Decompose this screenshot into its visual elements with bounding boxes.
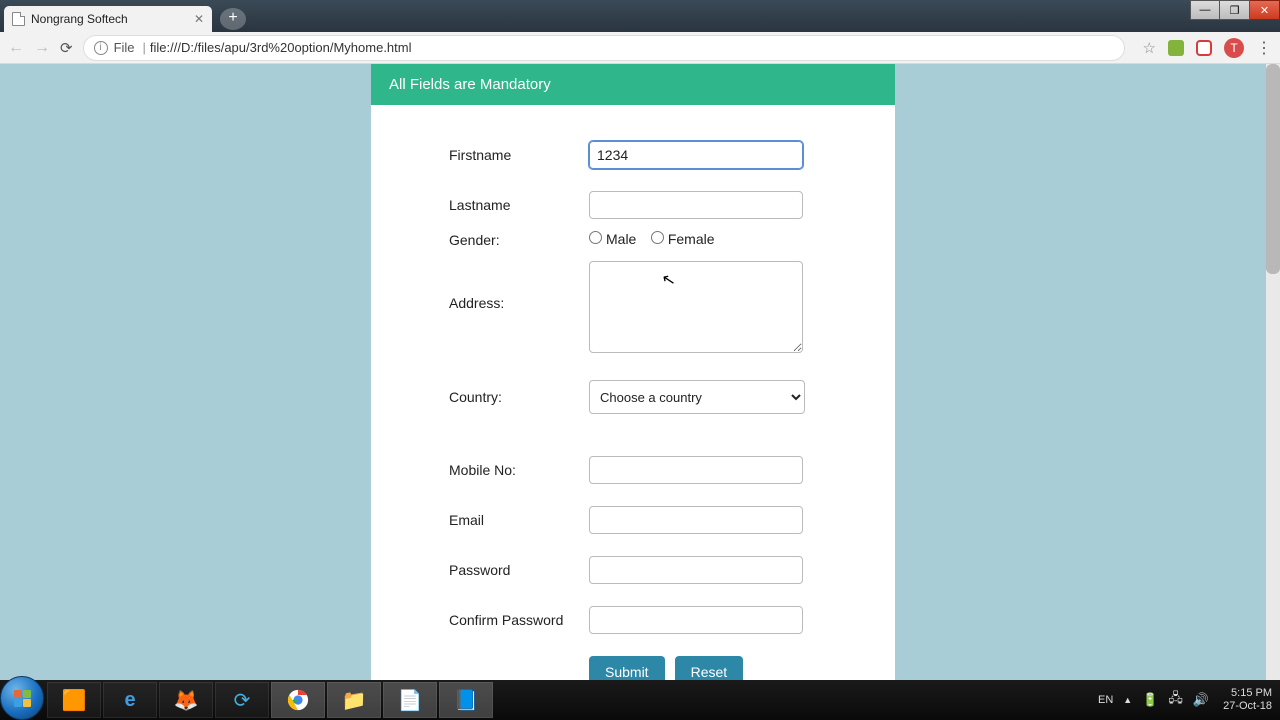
password-input[interactable] (589, 556, 803, 584)
extension-icon[interactable] (1168, 40, 1184, 56)
browser-tab-strip: Nongrang Softech ✕ + — ❐ ✕ (0, 0, 1280, 32)
clock[interactable]: 5:15 PM 27-Oct-18 (1223, 687, 1272, 712)
language-indicator[interactable]: EN (1098, 694, 1113, 706)
form-header: All Fields are Mandatory (371, 64, 895, 105)
label-email: Email (449, 512, 589, 528)
taskbar-editor-icon[interactable]: 📄 (383, 682, 437, 718)
volume-icon[interactable]: 🔊 (1193, 692, 1209, 708)
label-mobile: Mobile No: (449, 462, 589, 478)
label-confirm: Confirm Password (449, 612, 589, 628)
lastname-input[interactable] (589, 191, 803, 219)
battery-icon[interactable]: 🔋 (1142, 692, 1158, 708)
clock-time: 5:15 PM (1223, 687, 1272, 700)
email-input[interactable] (589, 506, 803, 534)
file-icon (12, 12, 25, 26)
start-button[interactable] (0, 676, 44, 720)
label-country: Country: (449, 389, 589, 405)
taskbar-explorer-icon[interactable]: 📁 (327, 682, 381, 718)
radio-male-label[interactable]: Male (589, 231, 636, 247)
address-textarea[interactable] (589, 261, 803, 353)
close-tab-icon[interactable]: ✕ (194, 12, 204, 26)
close-window-button[interactable]: ✕ (1250, 0, 1280, 20)
label-address: Address: (449, 261, 589, 311)
profile-avatar[interactable]: T (1224, 38, 1244, 58)
browser-toolbar: ← → ⟳ i File | file:///D:/files/apu/3rd%… (0, 32, 1280, 64)
url-scheme: File (114, 40, 135, 55)
taskbar-firefox-icon[interactable]: 🦊 (159, 682, 213, 718)
taskbar: 🟧 e 🦊 ⟳ 📁 📄 📘 EN ▲ 🔋 🖧 🔊 5:15 PM 27-Oct-… (0, 680, 1280, 720)
confirm-password-input[interactable] (589, 606, 803, 634)
taskbar-media-player-icon[interactable]: 🟧 (47, 682, 101, 718)
url-text: file:///D:/files/apu/3rd%20option/Myhome… (150, 40, 412, 55)
firstname-input[interactable] (589, 141, 803, 169)
forward-button[interactable]: → (34, 39, 50, 57)
page-viewport: All Fields are Mandatory Firstname Lastn… (0, 64, 1280, 680)
label-lastname: Lastname (449, 197, 589, 213)
taskbar-sync-icon[interactable]: ⟳ (215, 682, 269, 718)
bookmark-icon[interactable]: ☆ (1143, 39, 1156, 57)
clock-date: 27-Oct-18 (1223, 700, 1272, 713)
minimize-button[interactable]: — (1190, 0, 1220, 20)
label-firstname: Firstname (449, 147, 589, 163)
browser-tab[interactable]: Nongrang Softech ✕ (4, 6, 212, 32)
system-tray: EN ▲ 🔋 🖧 🔊 5:15 PM 27-Oct-18 (1098, 687, 1274, 712)
radio-male[interactable] (589, 231, 602, 244)
back-button[interactable]: ← (8, 39, 24, 57)
radio-female-label[interactable]: Female (651, 231, 715, 247)
menu-icon[interactable]: ⋮ (1256, 38, 1272, 58)
site-info-icon[interactable]: i (94, 41, 108, 55)
address-bar[interactable]: i File | file:///D:/files/apu/3rd%20opti… (83, 35, 1125, 61)
mobile-input[interactable] (589, 456, 803, 484)
label-password: Password (449, 562, 589, 578)
label-gender: Gender: (449, 232, 589, 248)
taskbar-ie-icon[interactable]: e (103, 682, 157, 718)
window-controls: — ❐ ✕ (1190, 0, 1280, 20)
new-tab-button[interactable]: + (220, 8, 246, 30)
extension-icon[interactable] (1196, 40, 1212, 56)
radio-female[interactable] (651, 231, 664, 244)
tray-expand-icon[interactable]: ▲ (1123, 695, 1132, 705)
reload-button[interactable]: ⟳ (60, 39, 73, 57)
country-select[interactable]: Choose a country (589, 380, 805, 414)
network-icon[interactable]: 🖧 (1168, 689, 1183, 711)
form-card: All Fields are Mandatory Firstname Lastn… (371, 64, 895, 706)
tab-title: Nongrang Softech (31, 12, 128, 26)
taskbar-notes-icon[interactable]: 📘 (439, 682, 493, 718)
taskbar-chrome-icon[interactable] (271, 682, 325, 718)
maximize-button[interactable]: ❐ (1220, 0, 1250, 20)
